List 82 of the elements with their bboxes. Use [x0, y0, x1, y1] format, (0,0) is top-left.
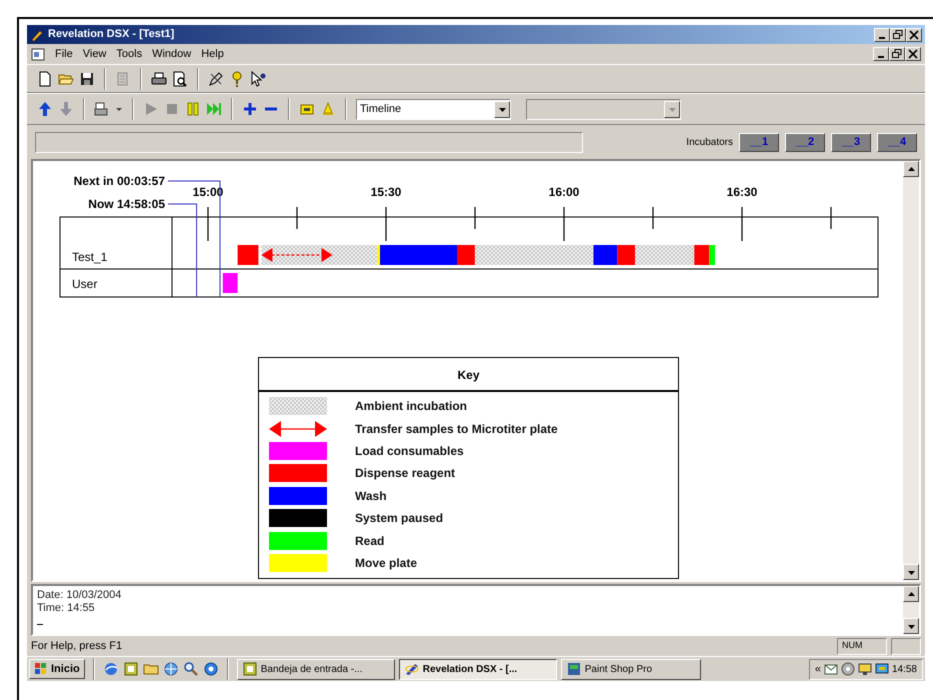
time-label: 16:00: [548, 185, 580, 199]
time-label: 15:30: [370, 185, 402, 199]
hatch-swatch: [269, 397, 327, 416]
text-cursor: [37, 624, 43, 625]
menu-item[interactable]: File: [55, 46, 73, 62]
print-preview-icon[interactable]: [172, 70, 188, 86]
monitor-icon[interactable]: [858, 662, 872, 676]
key-title: Key: [259, 358, 678, 392]
plus-icon[interactable]: [242, 101, 258, 117]
view-dropdown[interactable]: Timeline: [356, 98, 511, 120]
globe-icon[interactable]: [162, 661, 179, 677]
tray-expand[interactable]: «: [814, 660, 821, 678]
app-icon: [404, 662, 419, 676]
start-button[interactable]: Inicio: [29, 659, 85, 679]
key-label: Wash: [355, 488, 387, 505]
clock: 14:58: [892, 662, 917, 676]
minimize-icon[interactable]: [874, 28, 890, 42]
tick-mark: [296, 207, 298, 229]
scrollbar[interactable]: [903, 161, 919, 580]
row-label: User: [72, 277, 98, 291]
taskbar-button[interactable]: Revelation DSX - [...: [398, 658, 557, 680]
calendar-icon: [242, 662, 257, 676]
log-line: Time: 14:55: [37, 602, 96, 615]
key-label: System paused: [355, 510, 444, 528]
scrollbar[interactable]: [903, 586, 919, 634]
marker-label: Now 14:58:05: [88, 197, 165, 211]
calendar-icon[interactable]: [122, 661, 139, 677]
tray-icon[interactable]: [94, 101, 110, 117]
marker-label: Next in 00:03:57: [74, 174, 165, 188]
menu-item[interactable]: Window: [152, 46, 192, 62]
windows-flag-icon: [34, 662, 48, 676]
paint-icon: [566, 662, 581, 676]
tick-mark: [652, 207, 654, 229]
restore-icon[interactable]: [890, 28, 906, 42]
num-lock-indicator: NUM: [837, 638, 887, 654]
printer-icon[interactable]: [151, 70, 167, 86]
window-title: Revelation DSX - [Test1]: [48, 27, 174, 42]
incubation-bar: [635, 245, 694, 265]
scroll-up-icon[interactable]: [903, 161, 919, 177]
status-panel: [891, 638, 921, 654]
scroll-down-icon[interactable]: [903, 618, 919, 634]
magnifier-icon[interactable]: [182, 661, 199, 677]
pause-icon[interactable]: [185, 101, 201, 117]
incubation-bar: [332, 245, 377, 265]
new-file-icon[interactable]: [37, 70, 53, 86]
log-line: Date: 10/03/2004: [37, 589, 122, 602]
tick-mark: [385, 207, 387, 241]
tick-mark: [563, 207, 565, 241]
incubators-label: Incubators: [686, 136, 733, 150]
menu-item[interactable]: Help: [201, 46, 224, 62]
scroll-down-icon[interactable]: [903, 564, 919, 580]
key-label: Dispense reagent: [355, 465, 456, 482]
key-label: Read: [355, 532, 384, 550]
display-icon[interactable]: [874, 662, 889, 676]
up-arrow-icon[interactable]: [37, 101, 53, 117]
document-icon[interactable]: [31, 48, 45, 60]
pencil-icon[interactable]: [208, 70, 224, 86]
key-label: Ambient incubation: [355, 398, 467, 416]
key-label: Transfer samples to Microtiter plate: [355, 420, 558, 438]
time-label: 16:30: [726, 185, 758, 199]
key-label: Load consumables: [355, 442, 464, 460]
menu-item[interactable]: Tools: [116, 46, 142, 62]
tick-mark: [830, 207, 832, 229]
scroll-up-icon[interactable]: [903, 586, 919, 602]
mail-icon[interactable]: [824, 662, 838, 676]
close-icon[interactable]: [905, 47, 921, 61]
taskbar-button[interactable]: Bandeja de entrada -...: [236, 658, 395, 680]
restore-icon[interactable]: [889, 47, 905, 61]
minimize-icon[interactable]: [873, 47, 889, 61]
circle-icon[interactable]: [202, 661, 219, 677]
close-icon[interactable]: [906, 28, 922, 42]
status-text: For Help, press F1: [31, 638, 122, 654]
pointer-help-icon[interactable]: [250, 70, 266, 86]
menu-item[interactable]: View: [82, 46, 106, 62]
browser-icon[interactable]: [102, 661, 119, 677]
row-label: Test_1: [72, 250, 108, 264]
taskbar-button[interactable]: Paint Shop Pro: [560, 658, 701, 680]
tick-mark: [741, 207, 743, 241]
tick-mark: [207, 207, 209, 241]
key-label: Move plate: [355, 554, 418, 572]
network-icon[interactable]: [840, 662, 855, 676]
tick-mark: [474, 207, 476, 229]
